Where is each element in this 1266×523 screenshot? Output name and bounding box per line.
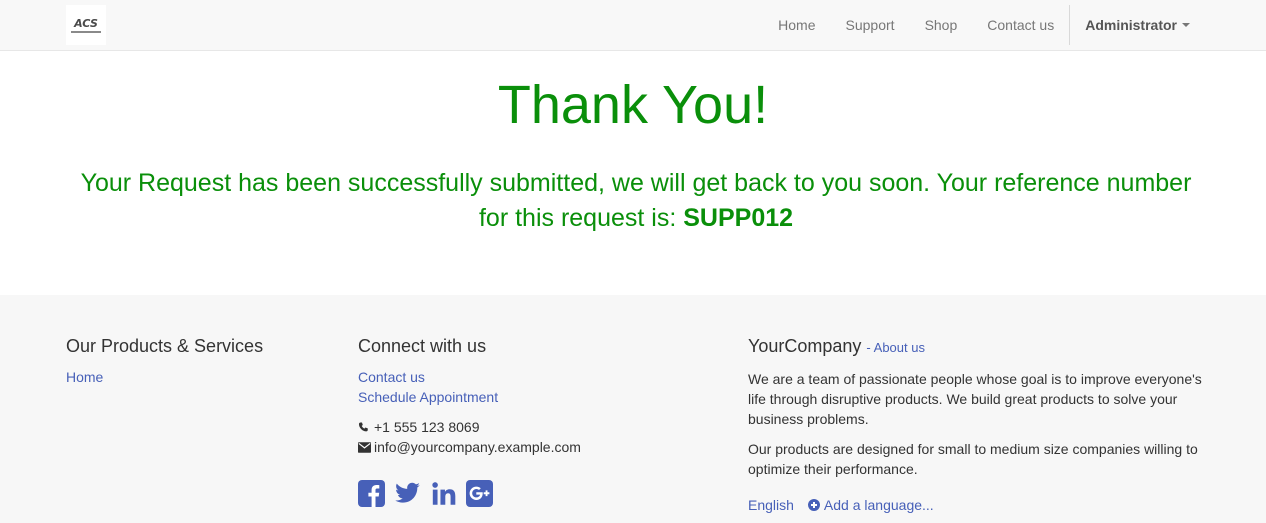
logo-underline: [71, 30, 101, 33]
email-address: info@yourcompany.example.com: [374, 439, 581, 455]
nav-item-contact-us[interactable]: Contact us: [972, 0, 1069, 50]
language-english[interactable]: English: [748, 495, 794, 515]
footer-connect-column: Connect with us Contact us Schedule Appo…: [358, 335, 718, 507]
company-name: YourCompany: [748, 336, 862, 356]
logo-text: ACS: [74, 16, 98, 30]
caret-down-icon: [1182, 23, 1190, 27]
footer-products-column: Our Products & Services Home: [66, 335, 326, 387]
google-plus-icon[interactable]: [466, 480, 493, 507]
nav-item-support[interactable]: Support: [831, 0, 910, 50]
nav-item-home[interactable]: Home: [763, 0, 830, 50]
company-logo[interactable]: ACS: [66, 5, 106, 45]
footer-link-home[interactable]: Home: [66, 367, 326, 387]
footer-link-contact-us[interactable]: Contact us: [358, 367, 718, 387]
products-heading: Our Products & Services: [66, 336, 264, 356]
twitter-icon[interactable]: [394, 480, 421, 507]
footer: Our Products & Services Home Connect wit…: [0, 295, 1266, 523]
social-links: [358, 480, 718, 507]
user-menu-dropdown[interactable]: Administrator: [1070, 0, 1205, 50]
footer-link-schedule-appointment[interactable]: Schedule Appointment: [358, 387, 718, 407]
nav-menu: Home Support Shop Contact us Administrat…: [763, 0, 1205, 50]
add-language-label: Add a language...: [823, 497, 934, 513]
phone-icon: [358, 422, 372, 433]
confirmation-text: Your Request has been successfully submi…: [80, 169, 1192, 232]
page-title: Thank You!: [497, 75, 769, 135]
nav-item-shop[interactable]: Shop: [910, 0, 973, 50]
language-selector: English Add a language...: [748, 495, 1208, 515]
envelope-icon: [358, 441, 372, 453]
confirmation-message: Your Request has been successfully submi…: [66, 166, 1206, 236]
phone-number: +1 555 123 8069: [374, 419, 480, 435]
company-heading: YourCompany - About us: [748, 335, 1208, 359]
email-row: info@yourcompany.example.com: [358, 437, 718, 457]
company-target-audience: Our products are designed for small to m…: [748, 441, 1198, 477]
facebook-icon[interactable]: [358, 480, 385, 507]
phone-row: +1 555 123 8069: [358, 417, 718, 437]
reference-number: SUPP012: [683, 204, 794, 232]
main-content: Thank You! Your Request has been success…: [0, 51, 1266, 295]
about-us-link[interactable]: - About us: [866, 340, 925, 355]
connect-heading: Connect with us: [358, 336, 487, 356]
company-description: We are a team of passionate people whose…: [748, 371, 1202, 427]
linkedin-icon[interactable]: [430, 480, 457, 507]
add-language-link[interactable]: Add a language...: [807, 495, 934, 515]
top-navbar: ACS Home Support Shop Contact us Adminis…: [0, 0, 1266, 51]
user-name: Administrator: [1085, 17, 1177, 33]
plus-circle-icon: [807, 499, 820, 511]
footer-company-column: YourCompany - About us We are a team of …: [748, 335, 1208, 515]
